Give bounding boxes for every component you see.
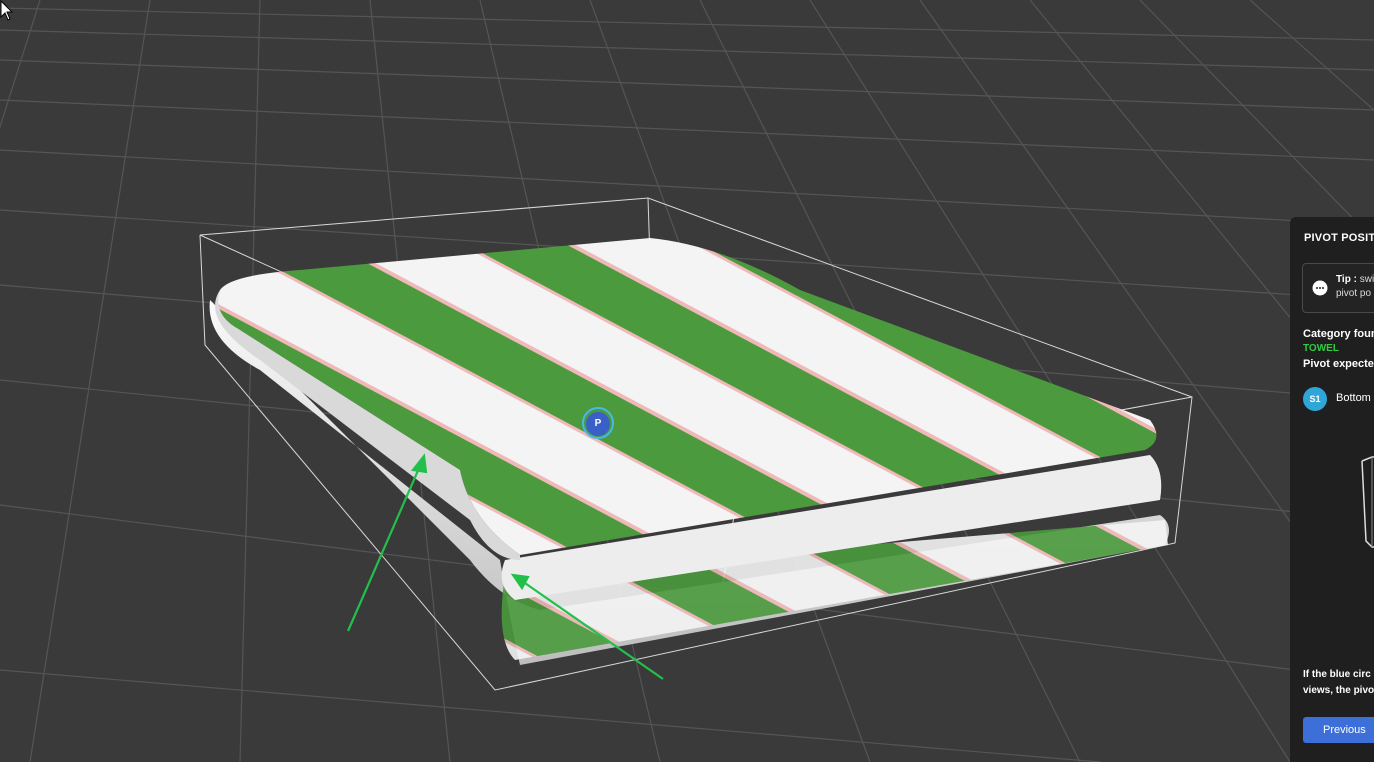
category-label: Category foun [1303, 328, 1374, 340]
pivot-marker-label: P [594, 418, 602, 429]
tip-box: Tip : swi pivot po [1302, 263, 1374, 313]
tip-line-1: swi [1359, 274, 1374, 285]
tip-label: Tip : [1336, 274, 1357, 285]
pivot-expected-label: Pivot expecte [1303, 358, 1374, 370]
pivot-marker[interactable]: P [582, 407, 614, 439]
help-note-line-1: If the blue circ [1303, 669, 1371, 680]
pivot-position-panel: PIVOT POSITI Tip : swi pivot po Category… [1290, 217, 1374, 762]
tip-line-2: pivot po [1336, 288, 1372, 299]
step-text: Bottom [1336, 392, 1371, 404]
3d-viewport[interactable]: P [0, 0, 1374, 762]
speech-bubble-icon [1312, 280, 1328, 296]
category-value: TOWEL [1303, 343, 1339, 354]
tip-text: Tip : swi pivot po [1336, 273, 1374, 301]
help-note-line-2: views, the pivo [1303, 685, 1374, 696]
mouse-pointer-icon [0, 0, 14, 21]
help-note: If the blue circ views, the pivo [1303, 667, 1374, 699]
towel-model [209, 238, 1170, 665]
pivot-preview-box-icon [1361, 456, 1374, 548]
previous-button[interactable]: Previous [1303, 717, 1374, 743]
step-badge: S1 [1303, 387, 1327, 411]
scene-canvas [0, 0, 1374, 762]
panel-title: PIVOT POSITI [1304, 232, 1374, 244]
